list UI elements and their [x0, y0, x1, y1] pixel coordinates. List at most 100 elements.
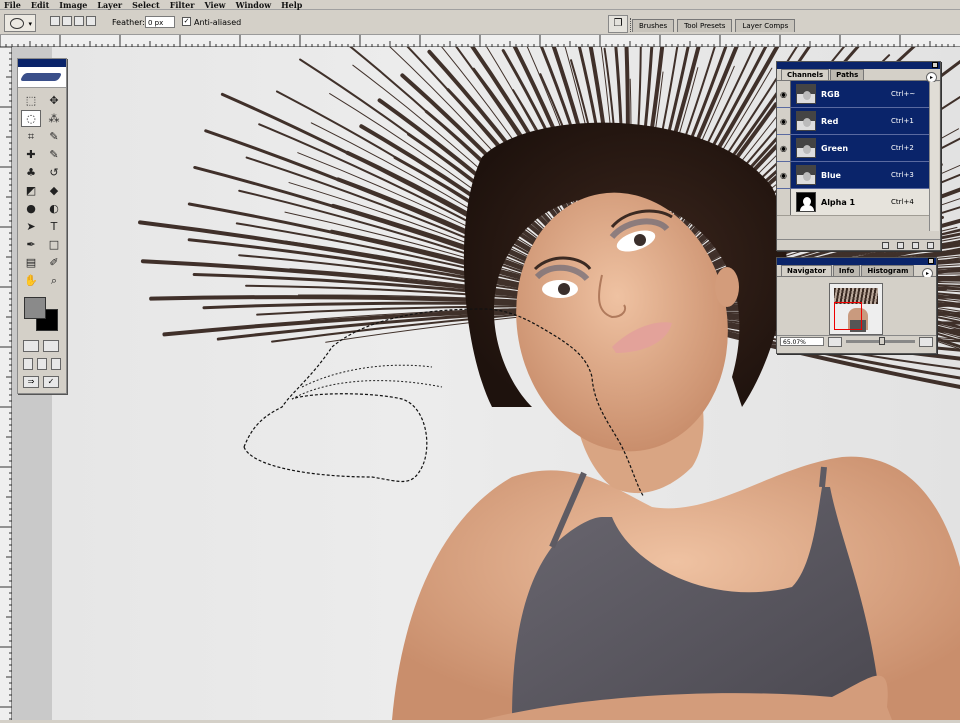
standard-mode-button[interactable] [23, 340, 39, 352]
tool-healing-icon[interactable]: ✚ [21, 146, 41, 163]
zoom-out-button[interactable] [828, 336, 842, 347]
eye-icon[interactable]: ◉ [777, 135, 791, 161]
navigator-tabs: Navigator Info Histogram [777, 265, 936, 277]
tool-zoom-icon[interactable]: ⌕ [44, 272, 64, 289]
tab-paths[interactable]: Paths [830, 69, 865, 80]
tab-channels[interactable]: Channels [781, 69, 830, 80]
vertical-ruler[interactable] [0, 46, 12, 720]
tool-pen-icon[interactable]: ✒ [21, 236, 41, 253]
tool-eyedropper-icon[interactable]: ✐ [44, 254, 64, 271]
well-tab-layer-comps[interactable]: Layer Comps [735, 19, 796, 32]
menu-filter[interactable]: Filter [170, 0, 195, 10]
checkmark-icon[interactable]: ✓ [43, 376, 59, 388]
menu-view[interactable]: View [204, 0, 225, 10]
horizontal-ruler[interactable] [0, 35, 960, 47]
channel-row[interactable]: ◉ Blue Ctrl+3 [777, 162, 929, 189]
channel-thumbnail [796, 138, 816, 158]
channel-thumbnail [796, 165, 816, 185]
channel-row[interactable]: ◉ RGB Ctrl+~ [777, 81, 929, 108]
tool-dodge-icon[interactable]: ◐ [44, 200, 64, 217]
zoom-field[interactable]: 65.07% [780, 337, 824, 346]
intersect-selection-button[interactable] [86, 16, 96, 26]
palette-well: Brushes Tool Presets Layer Comps [632, 19, 796, 32]
channels-scrollbar[interactable] [929, 82, 939, 231]
channel-row[interactable]: ◉ Green Ctrl+2 [777, 135, 929, 162]
foreground-color-swatch[interactable] [24, 297, 46, 319]
tool-path-select-icon[interactable]: ➤ [21, 218, 41, 235]
full-screen-menu-button[interactable] [37, 358, 47, 370]
new-channel-icon[interactable] [912, 241, 919, 249]
trash-icon[interactable] [927, 241, 934, 249]
tool-blur-icon[interactable]: ● [21, 200, 41, 217]
zoom-slider-knob[interactable] [879, 337, 886, 345]
channels-footer [777, 239, 940, 250]
eye-icon[interactable]: ◉ [777, 162, 791, 188]
tool-move-icon[interactable]: ✥ [44, 92, 64, 109]
tool-marquee-icon[interactable]: ⬚ [21, 92, 41, 109]
menu-edit[interactable]: Edit [31, 0, 49, 10]
menu-file[interactable]: File [4, 0, 21, 10]
channel-shortcut: Ctrl+~ [891, 90, 916, 98]
channel-shortcut: Ctrl+1 [891, 117, 914, 125]
lasso-icon [10, 18, 24, 29]
menu-help[interactable]: Help [281, 0, 302, 10]
menu-select[interactable]: Select [132, 0, 160, 10]
tool-hand-icon[interactable]: ✋ [21, 272, 41, 289]
eye-icon[interactable]: ◉ [777, 81, 791, 107]
navigator-panel: Navigator Info Histogram ▸ 65.07% [776, 257, 937, 354]
close-icon[interactable] [932, 62, 938, 68]
navigator-thumbnail[interactable] [829, 283, 883, 335]
eye-icon[interactable]: ◉ [777, 108, 791, 134]
view-box[interactable] [834, 302, 862, 330]
tool-shape-icon[interactable]: □ [44, 236, 64, 253]
well-tab-brushes[interactable]: Brushes [632, 19, 675, 32]
file-browser-icon[interactable]: ❐ [608, 15, 628, 33]
tool-slice-icon[interactable]: ✎ [44, 128, 64, 145]
add-to-selection-button[interactable] [62, 16, 72, 26]
menu-layer[interactable]: Layer [97, 0, 122, 10]
tab-histogram[interactable]: Histogram [861, 265, 915, 276]
feather-input[interactable]: 0 px [145, 16, 175, 28]
channels-title-bar[interactable] [777, 62, 940, 69]
selection-path-lower [243, 393, 428, 482]
channel-name: RGB [821, 89, 840, 99]
full-screen-button[interactable] [51, 358, 61, 370]
load-selection-icon[interactable] [882, 241, 889, 249]
menu-window[interactable]: Window [236, 0, 272, 10]
jump-to-imageready-button[interactable]: ⇒ [23, 376, 39, 388]
zoom-in-button[interactable] [919, 336, 933, 347]
channel-row[interactable]: ◉ Red Ctrl+1 [777, 108, 929, 135]
tab-info[interactable]: Info [832, 265, 861, 276]
tool-magic-wand-icon[interactable]: ⁂ [44, 110, 64, 127]
quick-mask-button[interactable] [43, 340, 59, 352]
well-tab-tool-presets[interactable]: Tool Presets [677, 19, 733, 32]
save-selection-icon[interactable] [897, 241, 904, 249]
close-icon[interactable] [928, 258, 934, 264]
tool-notes-icon[interactable]: ▤ [21, 254, 41, 271]
tool-type-icon[interactable]: T [44, 218, 64, 235]
toolbox-title-bar[interactable] [18, 59, 66, 67]
antialiased-checkbox[interactable]: ✓ [182, 17, 191, 26]
tool-eraser-icon[interactable]: ◩ [21, 182, 41, 199]
menu-image[interactable]: Image [59, 0, 87, 10]
tab-navigator[interactable]: Navigator [781, 265, 832, 276]
tool-history-brush-icon[interactable]: ↺ [44, 164, 64, 181]
selection-mode-buttons [50, 16, 96, 26]
navigator-title-bar[interactable] [777, 258, 936, 265]
channel-row[interactable]: Alpha 1 Ctrl+4 [777, 189, 929, 216]
standard-screen-button[interactable] [23, 358, 33, 370]
zoom-slider[interactable] [846, 337, 915, 345]
subtract-from-selection-button[interactable] [74, 16, 84, 26]
channel-thumbnail [796, 84, 816, 104]
tool-lasso-icon[interactable]: ◌ [21, 110, 41, 127]
channel-thumbnail [796, 111, 816, 131]
eye-icon[interactable] [777, 189, 791, 215]
tool-fill-icon[interactable]: ◆ [44, 182, 64, 199]
tool-crop-icon[interactable]: ⌗ [21, 128, 41, 145]
tool-stamp-icon[interactable]: ♣ [21, 164, 41, 181]
tool-brush-icon[interactable]: ✎ [44, 146, 64, 163]
adobe-feather-icon[interactable] [18, 67, 66, 88]
new-selection-button[interactable] [50, 16, 60, 26]
menu-bar: File Edit Image Layer Select Filter View… [0, 0, 960, 10]
tool-preset-picker[interactable]: ▾ [4, 14, 36, 32]
